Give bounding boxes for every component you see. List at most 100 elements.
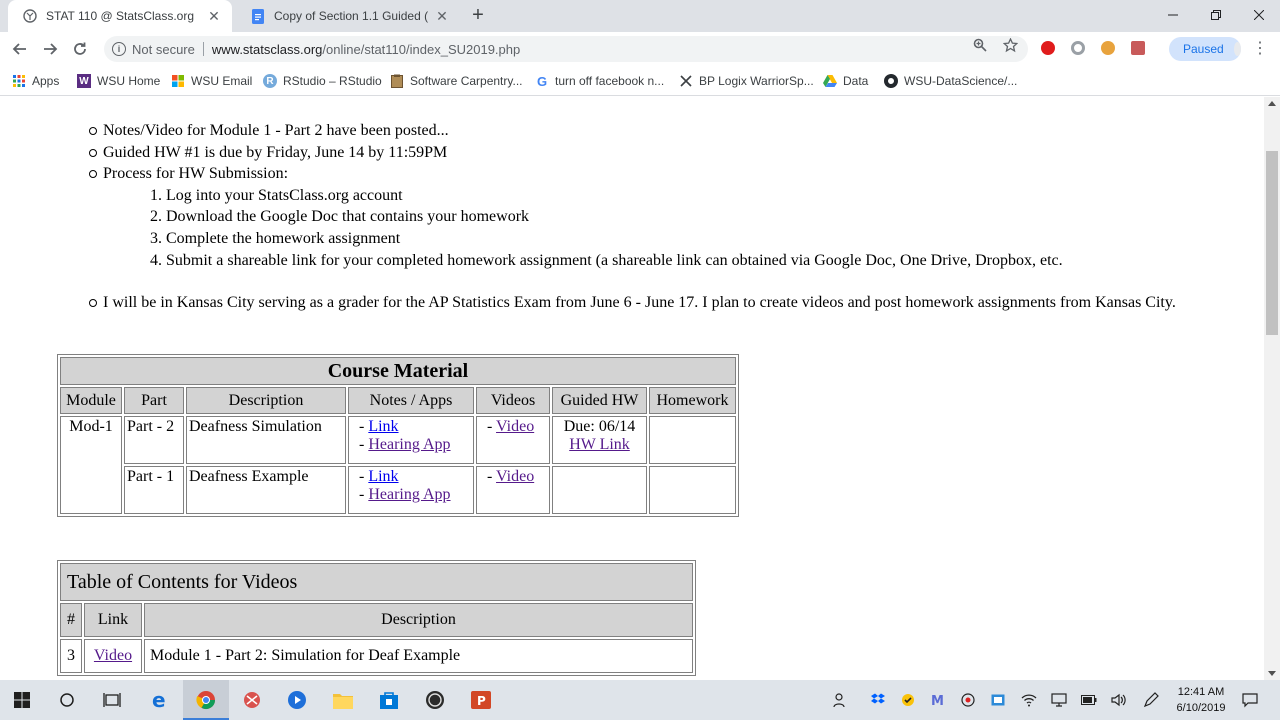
recorder-tray-icon[interactable] — [960, 692, 976, 708]
powerpoint-icon[interactable]: P — [469, 688, 493, 712]
wifi-icon[interactable] — [1021, 692, 1037, 708]
back-arrow-icon[interactable] — [8, 37, 32, 61]
scroll-down-icon[interactable] — [1268, 671, 1276, 676]
media-player-icon[interactable] — [285, 688, 309, 712]
tab-title: Copy of Section 1.1 Guided (Swa — [274, 9, 428, 23]
notes-link[interactable]: Link — [368, 468, 398, 485]
col-header-description: Description — [186, 387, 346, 414]
videos-cell: - Video — [476, 466, 550, 514]
svg-text:P: P — [477, 694, 486, 708]
forward-arrow-icon[interactable] — [38, 37, 62, 61]
address-bar[interactable]: i Not secure www.statsclass.org/online/s… — [104, 36, 1028, 62]
close-tab-icon[interactable]: ✕ — [206, 8, 222, 24]
bookmark-software-carpentry[interactable]: Software Carpentry... — [390, 72, 523, 90]
people-icon[interactable] — [833, 692, 849, 708]
hw-steps-list: 1. Log into your StatsClass.org account … — [150, 185, 1243, 271]
video-toc-table: Table of Contents for Videos # Link Desc… — [57, 560, 696, 676]
guided-hw-cell: Due: 06/14 HW Link — [552, 416, 647, 464]
search-icon[interactable] — [55, 688, 79, 712]
bookmark-facebook[interactable]: G turn off facebook n... — [535, 72, 664, 90]
bookmark-rstudio[interactable]: R RStudio – RStudio — [263, 72, 382, 90]
clock-time: 12:41 AM — [1177, 686, 1225, 698]
edge-icon[interactable]: e — [148, 688, 172, 712]
cookie-extension-icon[interactable] — [1101, 41, 1115, 55]
pen-icon[interactable] — [1143, 692, 1159, 708]
restore-icon[interactable] — [1194, 0, 1238, 30]
table-row: Mod-1 Part - 2 Deafness Simulation - Lin… — [60, 416, 736, 514]
col-header-module: Module — [60, 387, 122, 414]
github-icon — [884, 74, 898, 88]
bookmark-wsu-datascience[interactable]: WSU-DataScience/... — [884, 72, 1017, 90]
zoom-icon[interactable] — [972, 37, 988, 53]
bookmarks-bar: Apps W WSU Home WSU Email R RStudio – RS… — [0, 66, 1280, 96]
minimize-icon[interactable] — [1151, 0, 1195, 30]
bookmark-star-icon[interactable] — [1002, 37, 1018, 53]
bookmark-wsu-home[interactable]: W WSU Home — [77, 72, 160, 90]
col-header-notes-apps: Notes / Apps — [348, 387, 474, 414]
scrollbar-thumb[interactable] — [1266, 151, 1278, 335]
chrome-icon[interactable] — [194, 688, 218, 712]
part-cell: Part - 1 — [124, 466, 184, 514]
announcement-item: Process for HW Submission: 1. Log into y… — [89, 163, 1243, 292]
dash-text: - — [487, 468, 497, 485]
task-view-icon[interactable] — [100, 688, 124, 712]
tab-google-doc[interactable]: Copy of Section 1.1 Guided (Swa ✕ — [236, 0, 460, 32]
notes-link[interactable]: Link — [368, 418, 398, 435]
record-extension-icon[interactable] — [1071, 41, 1085, 55]
scroll-up-icon[interactable] — [1268, 101, 1276, 106]
col-header-description: Description — [144, 603, 693, 637]
norton-icon[interactable] — [900, 692, 916, 708]
new-tab-button[interactable]: + — [468, 5, 488, 26]
tab-statsclass[interactable]: STAT 110 @ StatsClass.org ✕ — [8, 0, 232, 32]
profile-paused-button[interactable]: Paused — [1169, 37, 1241, 61]
taskbar-clock[interactable]: 12:41 AM 6/10/2019 — [1168, 684, 1234, 716]
obs-recorder-icon[interactable] — [423, 688, 447, 712]
svg-text:e: e — [152, 690, 166, 710]
store-icon[interactable] — [377, 688, 401, 712]
close-tab-icon[interactable]: ✕ — [434, 8, 450, 24]
video-link[interactable]: Video — [496, 418, 534, 435]
bookmark-apps[interactable]: Apps — [12, 72, 59, 90]
announcement-item: I will be in Kansas City serving as a gr… — [89, 292, 1243, 314]
rstudio-icon: R — [263, 74, 277, 88]
snipping-tool-icon[interactable] — [240, 688, 264, 712]
office-icon — [171, 74, 185, 88]
notes-apps-cell: - Link - Hearing App — [348, 416, 474, 464]
notifications-icon[interactable] — [1242, 692, 1258, 708]
hearing-app-link[interactable]: Hearing App — [368, 436, 450, 453]
hw-link[interactable]: HW Link — [569, 436, 630, 453]
close-window-icon[interactable] — [1237, 0, 1280, 30]
volume-icon[interactable] — [1111, 692, 1127, 708]
dash-text: - — [487, 418, 497, 435]
bookmark-bp-logix[interactable]: BP Logix WarriorSp... — [679, 72, 814, 90]
menu-kebab-icon[interactable]: ⋮ — [1252, 40, 1268, 58]
mail-m-icon[interactable]: M — [930, 692, 946, 708]
globe-icon — [22, 8, 38, 24]
course-material-table: Course Material Module Part Description … — [57, 354, 739, 517]
table-row: Part - 1 Deafness Example - Link - Heari… — [60, 466, 736, 514]
battery-icon[interactable] — [1081, 692, 1097, 708]
display-icon[interactable] — [1051, 692, 1067, 708]
google-docs-icon — [250, 8, 266, 24]
page-scrollbar[interactable] — [1264, 97, 1280, 680]
homework-cell — [649, 416, 736, 464]
opera-extension-icon[interactable] — [1041, 41, 1055, 55]
info-icon[interactable]: i — [112, 42, 126, 56]
col-header-part: Part — [124, 387, 184, 414]
reload-icon[interactable] — [68, 37, 92, 61]
video-link[interactable]: Video — [496, 468, 534, 485]
bookmark-label: Data — [843, 74, 869, 88]
step-item: 2. Download the Google Doc that contains… — [150, 208, 530, 226]
screen-capture-icon[interactable] — [990, 692, 1006, 708]
bookmark-wsu-email[interactable]: WSU Email — [171, 72, 252, 90]
clipboard-icon — [390, 74, 404, 88]
bookmark-data[interactable]: Data — [823, 72, 868, 90]
acrobat-extension-icon[interactable] — [1131, 41, 1145, 55]
file-explorer-icon[interactable] — [331, 688, 355, 712]
url-text[interactable]: www.statsclass.org/online/stat110/index_… — [212, 42, 520, 57]
video-link[interactable]: Video — [94, 647, 132, 664]
hearing-app-link[interactable]: Hearing App — [368, 486, 450, 503]
windows-start-icon[interactable] — [10, 688, 34, 712]
dash-text: - — [359, 468, 369, 485]
dropbox-icon[interactable] — [870, 692, 886, 708]
